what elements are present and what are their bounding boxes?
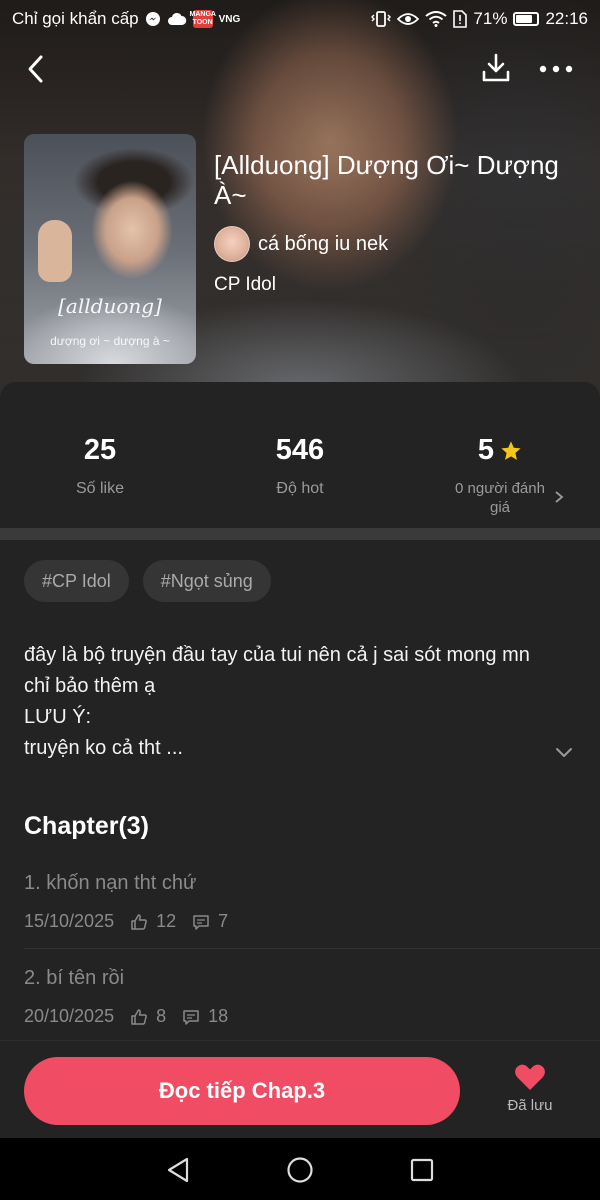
nav-recents-button[interactable] xyxy=(404,1152,440,1188)
chapter-title: 2. bí tên rồi xyxy=(24,967,125,989)
star-icon xyxy=(501,440,521,460)
thumbs-up-icon xyxy=(130,1008,148,1026)
section-divider xyxy=(0,528,600,540)
chapter-title: 1. khốn nạn tht chứ xyxy=(24,872,197,894)
comment-icon xyxy=(192,913,210,931)
likes-count: 25 xyxy=(83,434,117,466)
story-category[interactable]: CP Idol xyxy=(214,274,276,296)
story-title: [Allduong] Dượng Ơi~ Dượng À~ xyxy=(214,150,559,210)
more-horizontal-icon xyxy=(539,65,573,73)
rating-value: 5 xyxy=(477,434,495,466)
chapter-date: 20/10/2025 xyxy=(24,1006,115,1026)
status-bar: Chỉ gọi khẩn cấp MANGA TOON VNG 71% 22:1… xyxy=(0,0,600,38)
chapters-heading: Chapter(3) xyxy=(24,812,150,840)
battery-icon xyxy=(513,12,540,26)
stats-row: 25 Số like 546 Độ hot 5 0 người đánh giá xyxy=(0,382,600,528)
tag-chip[interactable]: #Ngọt sủng xyxy=(142,560,271,602)
saved-label: Đã lưu xyxy=(507,1097,553,1114)
triangle-back-icon xyxy=(167,1157,189,1183)
stat-rating[interactable]: 5 0 người đánh giá xyxy=(400,434,600,517)
story-description: đây là bộ truyện đầu tay của tui nên cả … xyxy=(24,644,530,759)
save-toggle[interactable]: Đã lưu xyxy=(494,1063,566,1125)
chapter-likes: 8 xyxy=(156,1006,167,1026)
status-left: Chỉ gọi khẩn cấp MANGA TOON VNG xyxy=(12,9,240,29)
comment-icon xyxy=(182,1008,200,1026)
chapter-divider xyxy=(24,948,600,949)
sim-alert-icon xyxy=(453,10,468,28)
tag-list: #CP Idol #Ngọt sủng xyxy=(24,560,271,602)
chapter-comments: 18 xyxy=(208,1006,229,1026)
download-button[interactable] xyxy=(478,50,514,86)
chapter-meta: 15/10/2025 12 7 xyxy=(24,911,600,932)
nav-home-button[interactable] xyxy=(282,1152,318,1188)
hot-label: Độ hot xyxy=(276,480,324,497)
author-avatar[interactable] xyxy=(214,226,250,262)
vng-app-icon: VNG xyxy=(218,13,241,25)
expand-description-button[interactable] xyxy=(552,740,576,764)
hot-count: 546 xyxy=(275,434,325,466)
wifi-icon xyxy=(425,11,448,27)
author-name[interactable]: cá bống iu nek xyxy=(258,233,388,256)
continue-reading-button[interactable]: Đọc tiếp Chap.3 xyxy=(24,1057,460,1125)
mangatoon-app-icon: MANGA TOON xyxy=(189,10,216,28)
bottom-action-bar: Đọc tiếp Chap.3 Đã lưu xyxy=(0,1040,600,1138)
heart-icon xyxy=(515,1064,545,1090)
stat-likes: 25 Số like xyxy=(0,434,200,498)
thumbs-up-icon xyxy=(130,913,148,931)
tag-chip[interactable]: #CP Idol xyxy=(24,560,129,602)
chevron-right-icon[interactable] xyxy=(554,490,564,504)
cloud-icon xyxy=(167,12,187,26)
likes-label: Số like xyxy=(75,480,125,497)
chapter-date: 15/10/2025 xyxy=(24,911,115,931)
author-link[interactable]: cá bống iu nek xyxy=(214,226,388,262)
status-right: 71% 22:16 xyxy=(371,9,588,29)
chevron-down-icon xyxy=(556,748,572,757)
rating-value-row: 5 xyxy=(400,434,600,467)
circle-home-icon xyxy=(287,1157,313,1183)
story-cover-image[interactable]: [allduong] dượng ơi ~ dượng à ~ xyxy=(24,134,196,364)
carrier-text: Chỉ gọi khẩn cấp xyxy=(12,9,139,28)
chevron-left-icon xyxy=(28,55,43,83)
cover-subtitle: dượng ơi ~ dượng à ~ xyxy=(50,334,170,348)
rating-label: 0 người đánh giá xyxy=(455,480,545,516)
battery-percent: 71% xyxy=(473,9,508,28)
cover-photo-detail xyxy=(38,220,72,282)
messenger-icon xyxy=(145,11,161,27)
download-icon xyxy=(482,53,510,82)
back-button[interactable] xyxy=(20,52,52,86)
chapter-comments: 7 xyxy=(218,911,229,931)
stat-hot: 546 Độ hot xyxy=(200,434,400,498)
chapter-meta: 20/10/2025 8 18 xyxy=(24,1006,600,1027)
eye-comfort-icon xyxy=(397,12,420,26)
chapter-item[interactable]: 1. khốn nạn tht chứ 15/10/2025 12 7 xyxy=(24,872,600,966)
android-nav-bar xyxy=(0,1138,600,1200)
square-recents-icon xyxy=(410,1158,434,1182)
vibrate-icon xyxy=(371,10,392,28)
chapter-likes: 12 xyxy=(156,911,177,931)
cover-title: [allduong] xyxy=(58,294,162,318)
more-options-button[interactable] xyxy=(536,52,576,86)
nav-back-button[interactable] xyxy=(160,1152,196,1188)
clock: 22:16 xyxy=(545,9,588,28)
